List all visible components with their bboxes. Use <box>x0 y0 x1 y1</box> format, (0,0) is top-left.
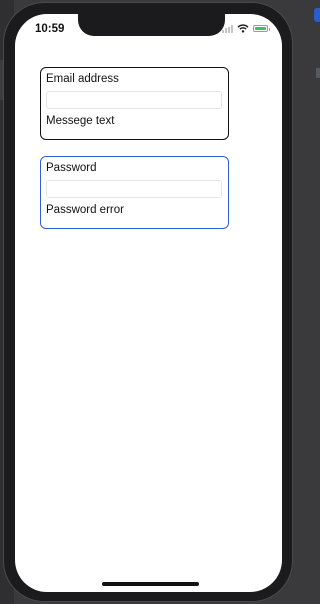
password-field-card: Password Password error <box>40 156 229 229</box>
device-frame: 10:59 Email address Messege text Passwor… <box>4 3 292 601</box>
email-field-card: Email address Messege text <box>40 67 229 140</box>
host-window-edge-mark <box>316 68 320 78</box>
password-error: Password error <box>46 204 124 216</box>
device-notch <box>78 14 225 36</box>
host-window-edge-icon <box>314 8 320 22</box>
email-label: Email address <box>46 73 119 85</box>
app-screen: 10:59 Email address Messege text Passwor… <box>15 14 282 592</box>
wifi-icon <box>237 24 249 33</box>
password-input[interactable] <box>46 180 222 198</box>
email-input[interactable] <box>46 91 222 109</box>
status-icons <box>222 24 270 33</box>
battery-level <box>255 27 266 30</box>
home-indicator[interactable] <box>102 582 199 586</box>
battery-icon <box>253 25 270 32</box>
status-time: 10:59 <box>35 23 65 35</box>
signal-icon <box>222 24 233 33</box>
email-message: Messege text <box>46 115 115 127</box>
password-label: Password <box>46 162 97 174</box>
